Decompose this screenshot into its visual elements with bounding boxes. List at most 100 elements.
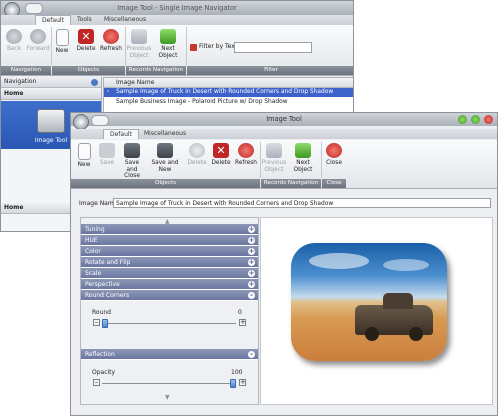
previous-object-button[interactable]: Previous Object <box>261 143 287 173</box>
cloud-shape <box>383 259 429 271</box>
round-label: Round <box>92 309 111 316</box>
refresh-icon <box>238 143 254 158</box>
expand-icon: + <box>248 258 255 266</box>
tab-miscellaneous[interactable]: Miscellaneous <box>98 15 152 25</box>
back-tab-row: Default Tools Miscellaneous <box>1 15 353 25</box>
refresh-button[interactable]: Refresh <box>99 29 123 53</box>
tab-default[interactable]: Default <box>35 15 71 25</box>
group-records-navigation: Records Navigation <box>126 66 186 75</box>
floppy-disk-icon <box>124 143 140 158</box>
navigation-group-home[interactable]: Home <box>1 89 101 100</box>
opacity-increase-button[interactable]: + <box>239 379 246 386</box>
truck-wheel-shape <box>409 327 423 341</box>
group-filter: Filter <box>187 66 353 75</box>
navigation-header: Navigation <box>1 77 101 88</box>
cloud-shape <box>309 253 369 269</box>
expand-icon: + <box>248 247 255 255</box>
opacity-decrease-button[interactable]: – <box>93 379 100 386</box>
delete-x-icon: ✕ <box>213 143 229 158</box>
refresh-icon <box>103 29 119 44</box>
arrow-up-icon <box>131 29 147 44</box>
adjustments-panel: ▲ Tuning + HUE + Color + Rotate and Flip + S… <box>80 217 259 405</box>
grid-header-image-name[interactable]: Image Name <box>104 78 353 88</box>
round-slider-thumb[interactable] <box>102 319 108 328</box>
section-round-corners[interactable]: Round Corners – <box>81 290 258 301</box>
delete-button[interactable]: ✕ Delete <box>75 29 97 53</box>
image-tool-window: Image Tool Default Miscellaneous New Sav… <box>70 112 498 416</box>
section-tuning[interactable]: Tuning + <box>81 224 258 235</box>
new-button[interactable]: New <box>75 143 93 169</box>
close-window-button[interactable] <box>484 115 493 124</box>
arrow-left-icon <box>6 29 22 44</box>
filter-by-text-label: Filter by Text <box>199 43 238 50</box>
floppy-disk-new-icon <box>157 143 173 158</box>
section-perspective[interactable]: Perspective + <box>81 279 258 290</box>
quick-access-dropdown[interactable] <box>25 3 43 14</box>
save-button[interactable]: Save <box>98 143 116 167</box>
power-icon <box>326 143 342 158</box>
delete-button[interactable]: ✕ Delete <box>210 143 232 167</box>
no-entry-icon <box>189 143 205 158</box>
opacity-slider-track[interactable] <box>102 383 236 384</box>
back-button[interactable]: Back <box>3 29 25 53</box>
truck-in-desert-image <box>291 243 447 361</box>
tab-miscellaneous[interactable]: Miscellaneous <box>138 129 192 139</box>
tab-tools[interactable]: Tools <box>71 15 98 25</box>
window-titlebar: Image Tool <box>71 113 497 126</box>
funnel-icon <box>190 44 197 51</box>
image-name-field[interactable]: Sample Image of Truck in Desert with Rou… <box>113 198 491 208</box>
round-increase-button[interactable]: + <box>239 319 246 326</box>
image-name-label: Image Name <box>79 200 118 207</box>
save-and-close-button[interactable]: Save and Close <box>119 143 145 180</box>
back-window-titlebar: Image Tool - Single Image Navigator <box>1 1 353 15</box>
front-tab-row: Default Miscellaneous <box>71 129 497 139</box>
group-navigation-history: Navigation History <box>1 66 51 82</box>
opacity-value: 100 <box>231 369 243 376</box>
expand-icon: + <box>248 269 255 277</box>
row-indicator-icon: › <box>107 89 110 95</box>
tab-default[interactable]: Default <box>103 129 139 139</box>
window-title: Image Tool <box>266 115 302 123</box>
round-slider-track[interactable] <box>102 323 236 324</box>
new-button[interactable]: New <box>53 29 71 55</box>
back-window-title: Image Tool - Single Image Navigator <box>117 4 237 12</box>
section-color[interactable]: Color + <box>81 246 258 257</box>
delete-x-icon: ✕ <box>78 29 94 44</box>
table-row[interactable]: › Sample Image of Truck in Desert with R… <box>104 88 353 97</box>
opacity-slider-thumb[interactable] <box>230 379 236 388</box>
group-close: Close <box>322 179 346 188</box>
section-hue[interactable]: HUE + <box>81 235 258 246</box>
filter-text-input[interactable] <box>234 42 312 53</box>
group-objects: Objects <box>71 179 260 188</box>
truck-wheel-shape <box>365 327 379 341</box>
minimize-button[interactable] <box>458 115 467 124</box>
round-value: 0 <box>238 309 242 316</box>
app-logo[interactable] <box>73 114 89 130</box>
new-document-icon <box>77 143 91 160</box>
close-button[interactable]: Close <box>323 143 345 167</box>
round-decrease-button[interactable]: – <box>93 319 100 326</box>
camera-icon <box>37 109 65 133</box>
section-scale[interactable]: Scale + <box>81 268 258 279</box>
refresh-button[interactable]: Refresh <box>234 143 258 167</box>
section-rotate-and-flip[interactable]: Rotate and Flip + <box>81 257 258 268</box>
arrow-down-green-icon <box>160 29 176 44</box>
navigation-collapse-icon[interactable] <box>91 79 98 86</box>
table-row[interactable]: Sample Business Image - Polaroid Picture… <box>104 98 353 107</box>
arrow-up-icon <box>266 143 282 158</box>
delete-disabled-button[interactable]: Delete <box>186 143 208 167</box>
quick-access-dropdown[interactable] <box>91 115 109 126</box>
expand-icon: + <box>248 280 255 288</box>
collapse-icon: – <box>248 291 255 299</box>
group-objects: Objects <box>52 66 125 75</box>
next-object-button[interactable]: Next Object <box>152 29 184 59</box>
panel-scroll-down-icon[interactable]: ▼ <box>165 394 170 401</box>
section-reflection[interactable]: Reflection – <box>81 349 258 360</box>
new-document-icon <box>55 29 69 46</box>
image-name-value: Sample Image of Truck in Desert with Rou… <box>116 201 334 207</box>
save-and-new-button[interactable]: Save and New <box>147 143 183 173</box>
next-object-button[interactable]: Next Object <box>287 143 319 173</box>
forward-button[interactable]: Forward <box>26 29 50 53</box>
maximize-button[interactable] <box>471 115 480 124</box>
previous-object-button[interactable]: Previous Object <box>126 29 152 59</box>
